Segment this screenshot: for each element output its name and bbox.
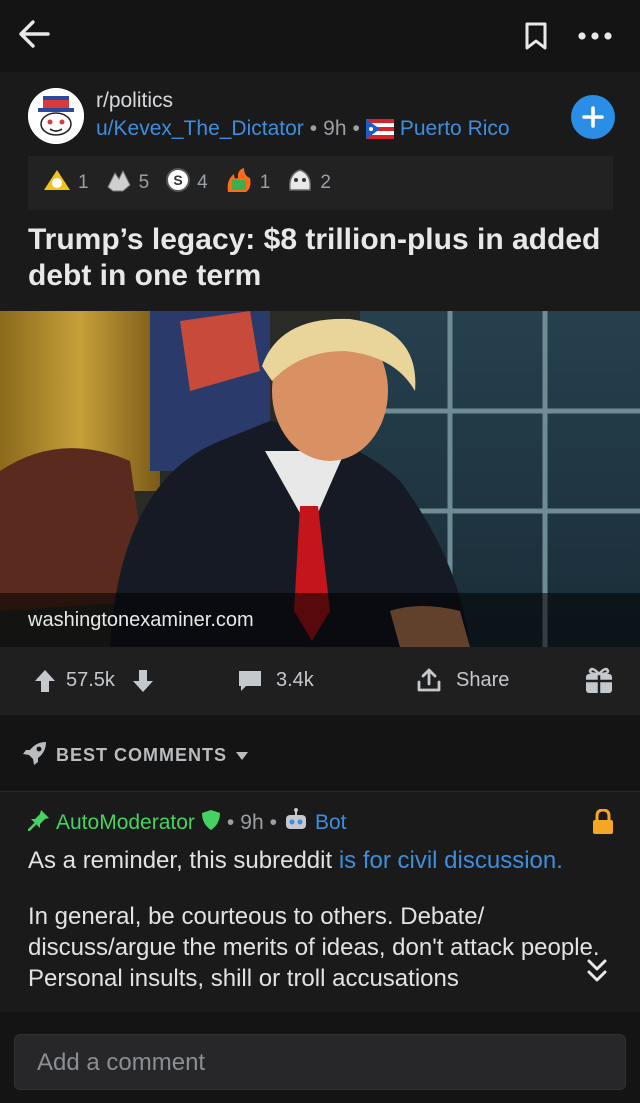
robot-icon [283,808,309,838]
sort-label: BEST COMMENTS [56,745,228,765]
save-bookmark-icon[interactable] [518,18,554,54]
vote-score: 57.5k [66,669,115,691]
caret-down-icon [235,745,249,766]
meta-dot: • [309,117,318,140]
post-age: 9h [323,117,347,140]
comment-flair: Bot [315,811,347,834]
subreddit-name[interactable]: r/politics [96,89,173,113]
share-label[interactable]: Share [456,669,509,692]
award-count: 4 [197,172,208,193]
collapse-chevrons-icon[interactable] [586,958,608,984]
comment-count[interactable]: 3.4k [276,669,314,692]
author-link[interactable]: u/Kevex_The_Dictator [96,117,304,141]
face-award-icon [286,166,314,200]
gift-award-icon[interactable] [584,665,614,695]
coin-award-icon: S [165,167,191,199]
more-options-icon[interactable] [572,20,618,52]
add-comment-input[interactable]: Add a comment [14,1034,626,1090]
svg-text:S: S [173,172,182,188]
post-title[interactable]: Trump’s legacy: $8 trillion-plus in adde… [28,222,608,294]
post-meta: u/Kevex_The_Dictator • 9h • Puerto Rico [96,117,510,141]
comment-bubble-icon[interactable] [237,669,263,693]
award-count: 5 [138,172,150,193]
silver-award-icon [42,168,72,198]
subreddit-avatar[interactable] [28,88,84,144]
hands-award-icon [105,167,133,199]
award-item: 2 [286,166,331,200]
comment-paragraph: In general, be courteous to others. Deba… [28,903,600,992]
rocket-icon [22,740,48,771]
award-item: 1 [224,166,271,200]
sort-dropdown[interactable]: BEST COMMENTS [22,740,249,771]
awards-bar[interactable]: 1 5 S 4 1 2 [28,156,613,210]
post-actions-bar: 57.5k 3.4k Share [0,647,640,715]
award-count: 1 [259,172,271,193]
comment-text: As a reminder, this subreddit [28,847,339,874]
lock-icon [592,809,614,835]
downvote-icon[interactable] [132,669,154,693]
comment-body: As a reminder, this subreddit is for civ… [28,845,603,1019]
meta-dot: • [352,117,360,140]
mod-shield-icon [201,809,221,837]
user-flair: Puerto Rico [399,117,510,140]
meta-dot: • [226,811,235,834]
share-icon[interactable] [416,667,442,693]
back-arrow-icon[interactable] [14,14,54,54]
pin-icon [27,809,50,837]
award-item: 5 [105,167,150,199]
award-count: 1 [78,172,89,193]
upvote-icon[interactable] [34,669,56,693]
comment-author[interactable]: AutoModerator [56,811,195,835]
puerto-rico-flag-icon [365,119,394,139]
meta-dot: • [269,811,277,834]
comment-age: 9h [240,811,264,834]
join-plus-icon[interactable] [571,95,615,139]
award-item: S 4 [165,167,208,199]
comment-paragraph: As a reminder, this subreddit is for civ… [28,845,603,876]
comment-meta: AutoModerator • 9h • Bot [27,808,347,838]
award-item: 1 [42,168,89,198]
link-domain[interactable]: washingtonexaminer.com [0,593,640,647]
fire-award-icon [224,166,254,200]
civil-discussion-link[interactable]: is for civil discussion. [339,847,563,874]
award-count: 2 [320,172,331,193]
top-bar [0,0,640,72]
